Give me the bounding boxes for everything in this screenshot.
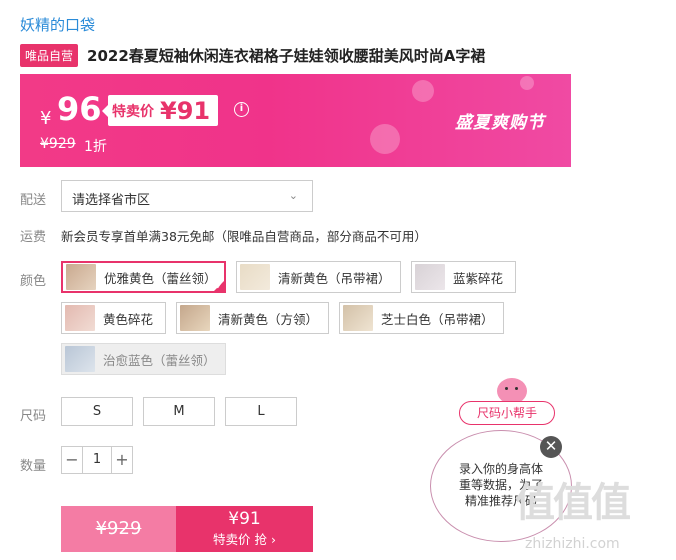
size-label: 尺码 <box>20 409 47 424</box>
color-option[interactable]: 蓝紫碎花 <box>411 261 516 293</box>
color-option[interactable]: 清新黄色（吊带裙） <box>236 261 401 293</box>
color-option[interactable]: 黄色碎花 <box>61 302 166 334</box>
color-option-label: 清新黄色（方领） <box>218 311 319 327</box>
watermark-logo: 值值值 <box>515 480 631 526</box>
size-option-l[interactable]: L <box>225 397 297 426</box>
color-option-label: 黄色碎花 <box>103 311 154 327</box>
info-icon[interactable]: i <box>234 102 249 117</box>
promo-title: 盛夏爽购节 <box>455 113 545 133</box>
watermark-url: zhizhizhi.com <box>525 536 620 552</box>
currency-symbol: ¥ <box>40 108 52 129</box>
special-price: ¥91 <box>160 96 211 125</box>
original-price-button[interactable]: ¥929 <box>61 506 176 552</box>
quantity-label: 数量 <box>20 459 47 474</box>
color-option: 治愈蓝色（蕾丝领） <box>61 343 226 375</box>
color-option[interactable]: 芝士白色（吊带裙） <box>339 302 504 334</box>
current-price: 96 <box>57 90 102 128</box>
color-option-label: 治愈蓝色（蕾丝领） <box>103 352 216 368</box>
vip-self-operated-tag: 唯品自营 <box>20 44 79 67</box>
original-price: ¥929 <box>40 136 76 152</box>
size-option-s[interactable]: S <box>61 397 133 426</box>
quantity-stepper: − 1 + <box>61 446 133 474</box>
special-price-label: 特卖价 <box>112 103 154 120</box>
discount-rate: 1折 <box>84 139 107 155</box>
color-option[interactable]: 优雅黄色（蕾丝领） ✓ <box>61 261 226 293</box>
color-thumbnail <box>180 305 210 331</box>
color-option-label: 优雅黄色（蕾丝领） <box>104 270 217 286</box>
color-thumbnail <box>343 305 373 331</box>
check-icon: ✓ <box>215 282 223 292</box>
brand-link[interactable]: 妖精的口袋 <box>20 14 95 35</box>
size-helper-button[interactable]: 尺码小帮手 <box>459 401 555 425</box>
buy-now-button[interactable]: ¥91 特卖价 抢 › <box>176 506 313 552</box>
chevron-down-icon: ⌄ <box>288 189 298 202</box>
price-banner: ¥ 96 特卖价 ¥91 i ¥929 1折 盛夏爽购节 <box>20 74 571 167</box>
quantity-value[interactable]: 1 <box>83 446 111 474</box>
color-label: 颜色 <box>20 274 47 289</box>
product-title-row: 唯品自营 2022春夏短袖休闲连衣裙格子娃娃领收腰甜美风时尚A字裙 <box>20 44 485 67</box>
color-thumbnail <box>66 264 96 290</box>
buy-special-price: ¥91 <box>228 509 261 529</box>
decor-bubble <box>412 80 434 102</box>
color-option-label: 蓝紫碎花 <box>453 270 504 286</box>
color-thumbnail <box>240 264 270 290</box>
color-option-label: 芝士白色（吊带裙） <box>381 311 494 327</box>
color-option-label: 清新黄色（吊带裙） <box>278 270 391 286</box>
color-option[interactable]: 清新黄色（方领） <box>176 302 329 334</box>
shipping-info: 新会员专享首单满38元免邮（限唯品自营商品，部分商品不可用） <box>61 229 427 244</box>
quantity-plus-button[interactable]: + <box>111 446 133 474</box>
color-thumbnail <box>65 346 95 372</box>
shipping-label: 运费 <box>20 230 47 245</box>
color-thumbnail <box>415 264 445 290</box>
size-option-m[interactable]: M <box>143 397 215 426</box>
color-thumbnail <box>65 305 95 331</box>
decor-bubble <box>370 124 400 154</box>
close-icon[interactable]: ✕ <box>540 436 562 458</box>
quantity-minus-button[interactable]: − <box>61 446 83 474</box>
region-select-placeholder: 请选择省市区 <box>72 193 151 208</box>
special-price-box: 特卖价 ¥91 <box>101 95 219 126</box>
decor-bubble <box>520 76 534 90</box>
delivery-label: 配送 <box>20 193 47 208</box>
region-select[interactable]: 请选择省市区 ⌄ <box>61 180 313 212</box>
product-title: 2022春夏短袖休闲连衣裙格子娃娃领收腰甜美风时尚A字裙 <box>87 47 486 65</box>
buy-action-label: 特卖价 抢 › <box>213 532 276 547</box>
